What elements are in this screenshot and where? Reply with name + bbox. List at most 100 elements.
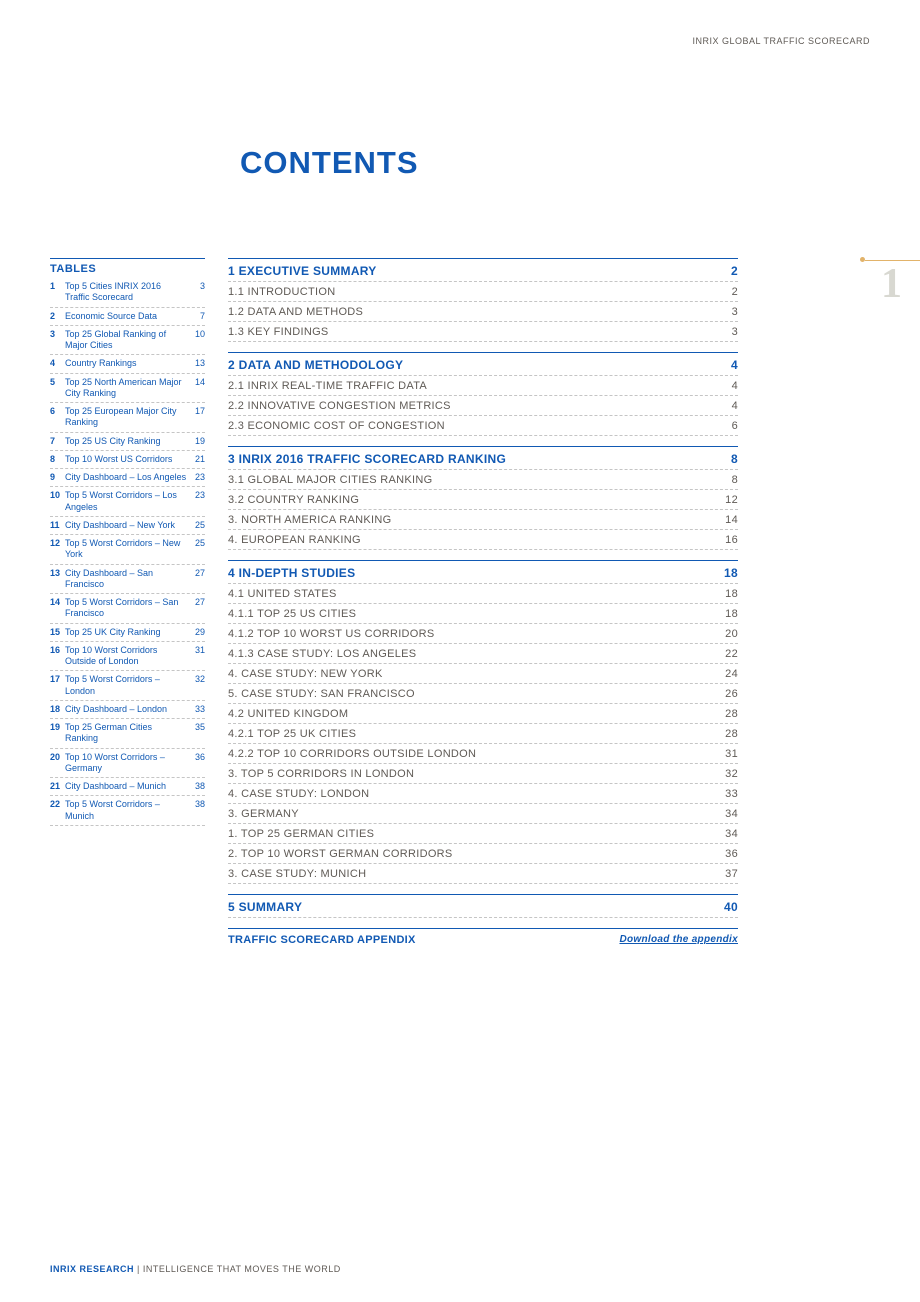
toc-row[interactable]: 4.1.2 TOP 10 WORST US CORRIDORS20 xyxy=(228,624,738,644)
table-title: Top 25 European Major City Ranking xyxy=(65,406,187,429)
table-page: 17 xyxy=(187,406,205,429)
tables-row[interactable]: 7Top 25 US City Ranking19 xyxy=(50,433,205,451)
toc-row[interactable]: 1. TOP 25 GERMAN CITIES34 xyxy=(228,824,738,844)
toc-page: 26 xyxy=(725,688,738,700)
table-page: 25 xyxy=(187,520,205,531)
toc-row[interactable]: 3. NORTH AMERICA RANKING 14 xyxy=(228,510,738,530)
table-page: 3 xyxy=(187,281,205,304)
tables-row[interactable]: 1Top 5 Cities INRIX 2016 Traffic Scoreca… xyxy=(50,278,205,308)
toc-label: 5. CASE STUDY: SAN FRANCISCO xyxy=(228,688,415,700)
footer-brand: INRIX RESEARCH xyxy=(50,1264,134,1274)
table-title: Top 10 Worst US Corridors xyxy=(65,454,187,465)
toc-row[interactable]: 4.2 UNITED KINGDOM28 xyxy=(228,704,738,724)
tables-row[interactable]: 22Top 5 Worst Corridors – Munich38 xyxy=(50,796,205,826)
toc-page: 31 xyxy=(725,748,738,760)
toc-label: 4.1.1 TOP 25 US CITIES xyxy=(228,608,356,620)
toc-page: 34 xyxy=(725,828,738,840)
toc-label: 2. TOP 10 WORST GERMAN CORRIDORS xyxy=(228,848,453,860)
toc-row[interactable]: 4. EUROPEAN RANKING16 xyxy=(228,530,738,550)
toc-row[interactable]: 2.3 ECONOMIC COST OF CONGESTION6 xyxy=(228,416,738,436)
tables-row[interactable]: 18City Dashboard – London33 xyxy=(50,701,205,719)
toc-section-head[interactable]: TRAFFIC SCORECARD APPENDIXDownload the a… xyxy=(228,928,738,949)
toc-row[interactable]: 4.1.1 TOP 25 US CITIES18 xyxy=(228,604,738,624)
toc-row[interactable]: 3.2 COUNTRY RANKING12 xyxy=(228,490,738,510)
tables-row[interactable]: 5Top 25 North American Major City Rankin… xyxy=(50,374,205,404)
toc-label: 5 SUMMARY xyxy=(228,900,302,914)
toc-row[interactable]: 4. CASE STUDY: NEW YORK24 xyxy=(228,664,738,684)
toc-row[interactable]: 4.1.3 CASE STUDY: LOS ANGELES22 xyxy=(228,644,738,664)
table-number: 4 xyxy=(50,358,65,369)
table-number: 12 xyxy=(50,538,65,561)
table-number: 9 xyxy=(50,472,65,483)
toc-row[interactable]: 1.2 DATA AND METHODS3 xyxy=(228,302,738,322)
tables-row[interactable]: 10Top 5 Worst Corridors – Los Angeles23 xyxy=(50,487,205,517)
table-number: 22 xyxy=(50,799,65,822)
toc-page: 40 xyxy=(724,900,738,914)
table-number: 18 xyxy=(50,704,65,715)
toc-row[interactable]: 3. TOP 5 CORRIDORS IN LONDON32 xyxy=(228,764,738,784)
toc-label: 3. NORTH AMERICA RANKING xyxy=(228,514,391,526)
toc-row[interactable]: 1.3 KEY FINDINGS3 xyxy=(228,322,738,342)
tables-row[interactable]: 9City Dashboard – Los Angeles23 xyxy=(50,469,205,487)
toc-row[interactable]: 2. TOP 10 WORST GERMAN CORRIDORS 36 xyxy=(228,844,738,864)
tables-row[interactable]: 14Top 5 Worst Corridors – San Francisco2… xyxy=(50,594,205,624)
table-page: 29 xyxy=(187,627,205,638)
toc-section-head[interactable]: 4 IN-DEPTH STUDIES18 xyxy=(228,560,738,584)
toc-section-head[interactable]: 2 DATA AND METHODOLOGY 4 xyxy=(228,352,738,376)
table-title: City Dashboard – Munich xyxy=(65,781,187,792)
toc-page: 4 xyxy=(731,358,738,372)
tables-row[interactable]: 12Top 5 Worst Corridors – New York25 xyxy=(50,535,205,565)
tables-row[interactable]: 3Top 25 Global Ranking of Major Cities10 xyxy=(50,326,205,356)
toc-row[interactable]: 4. CASE STUDY: LONDON33 xyxy=(228,784,738,804)
toc-label: 4.2.2 TOP 10 CORRIDORS OUTSIDE LONDON xyxy=(228,748,476,760)
table-number: 5 xyxy=(50,377,65,400)
toc-row[interactable]: 4.2.1 TOP 25 UK CITIES28 xyxy=(228,724,738,744)
table-page: 7 xyxy=(187,311,205,322)
tables-row[interactable]: 8Top 10 Worst US Corridors21 xyxy=(50,451,205,469)
tables-row[interactable]: 20Top 10 Worst Corridors – Germany36 xyxy=(50,749,205,779)
table-title: Top 5 Cities INRIX 2016 Traffic Scorecar… xyxy=(65,281,187,304)
toc-page: 33 xyxy=(725,788,738,800)
tables-row[interactable]: 6Top 25 European Major City Ranking17 xyxy=(50,403,205,433)
toc-row[interactable]: 3. GERMANY34 xyxy=(228,804,738,824)
tables-row[interactable]: 16Top 10 Worst Corridors Outside of Lond… xyxy=(50,642,205,672)
toc-page: 36 xyxy=(725,848,738,860)
table-number: 1 xyxy=(50,281,65,304)
toc-page: 28 xyxy=(725,728,738,740)
toc-section-head[interactable]: 1 EXECUTIVE SUMMARY2 xyxy=(228,258,738,282)
table-page: 27 xyxy=(187,568,205,591)
toc-page: 24 xyxy=(725,668,738,680)
toc-row[interactable]: 4.1 UNITED STATES18 xyxy=(228,584,738,604)
tables-row[interactable]: 17Top 5 Worst Corridors – London32 xyxy=(50,671,205,701)
toc-row[interactable]: 4.2.2 TOP 10 CORRIDORS OUTSIDE LONDON 31 xyxy=(228,744,738,764)
toc-row[interactable]: 2.2 INNOVATIVE CONGESTION METRICS4 xyxy=(228,396,738,416)
table-number: 7 xyxy=(50,436,65,447)
table-title: City Dashboard – Los Angeles xyxy=(65,472,187,483)
toc-label: 2 DATA AND METHODOLOGY xyxy=(228,358,403,372)
tables-row[interactable]: 11City Dashboard – New York25 xyxy=(50,517,205,535)
toc-page: 14 xyxy=(725,514,738,526)
tables-heading: TABLES xyxy=(50,258,205,278)
table-page: 33 xyxy=(187,704,205,715)
page-title: CONTENTS xyxy=(240,145,419,181)
tables-row[interactable]: 4Country Rankings13 xyxy=(50,355,205,373)
tables-row[interactable]: 19Top 25 German Cities Ranking35 xyxy=(50,719,205,749)
toc-row[interactable]: 3.1 GLOBAL MAJOR CITIES RANKING8 xyxy=(228,470,738,490)
toc-row[interactable]: 1.1 INTRODUCTION2 xyxy=(228,282,738,302)
table-title: Top 10 Worst Corridors Outside of London xyxy=(65,645,187,668)
toc-section-head[interactable]: 3 INRIX 2016 TRAFFIC SCORECARD RANKING8 xyxy=(228,446,738,470)
table-number: 14 xyxy=(50,597,65,620)
table-title: Top 5 Worst Corridors – New York xyxy=(65,538,187,561)
toc-label: 3. TOP 5 CORRIDORS IN LONDON xyxy=(228,768,414,780)
toc-page: 3 xyxy=(732,306,738,318)
page-number: 1 xyxy=(881,260,902,308)
tables-row[interactable]: 15Top 25 UK City Ranking29 xyxy=(50,624,205,642)
toc-page[interactable]: Download the appendix xyxy=(619,934,738,946)
toc-row[interactable]: 2.1 INRIX REAL-TIME TRAFFIC DATA4 xyxy=(228,376,738,396)
toc-section-head[interactable]: 5 SUMMARY 40 xyxy=(228,894,738,918)
toc-row[interactable]: 5. CASE STUDY: SAN FRANCISCO 26 xyxy=(228,684,738,704)
tables-row[interactable]: 13City Dashboard – San Francisco27 xyxy=(50,565,205,595)
tables-row[interactable]: 2Economic Source Data7 xyxy=(50,308,205,326)
tables-row[interactable]: 21City Dashboard – Munich38 xyxy=(50,778,205,796)
toc-row[interactable]: 3. CASE STUDY: MUNICH37 xyxy=(228,864,738,884)
